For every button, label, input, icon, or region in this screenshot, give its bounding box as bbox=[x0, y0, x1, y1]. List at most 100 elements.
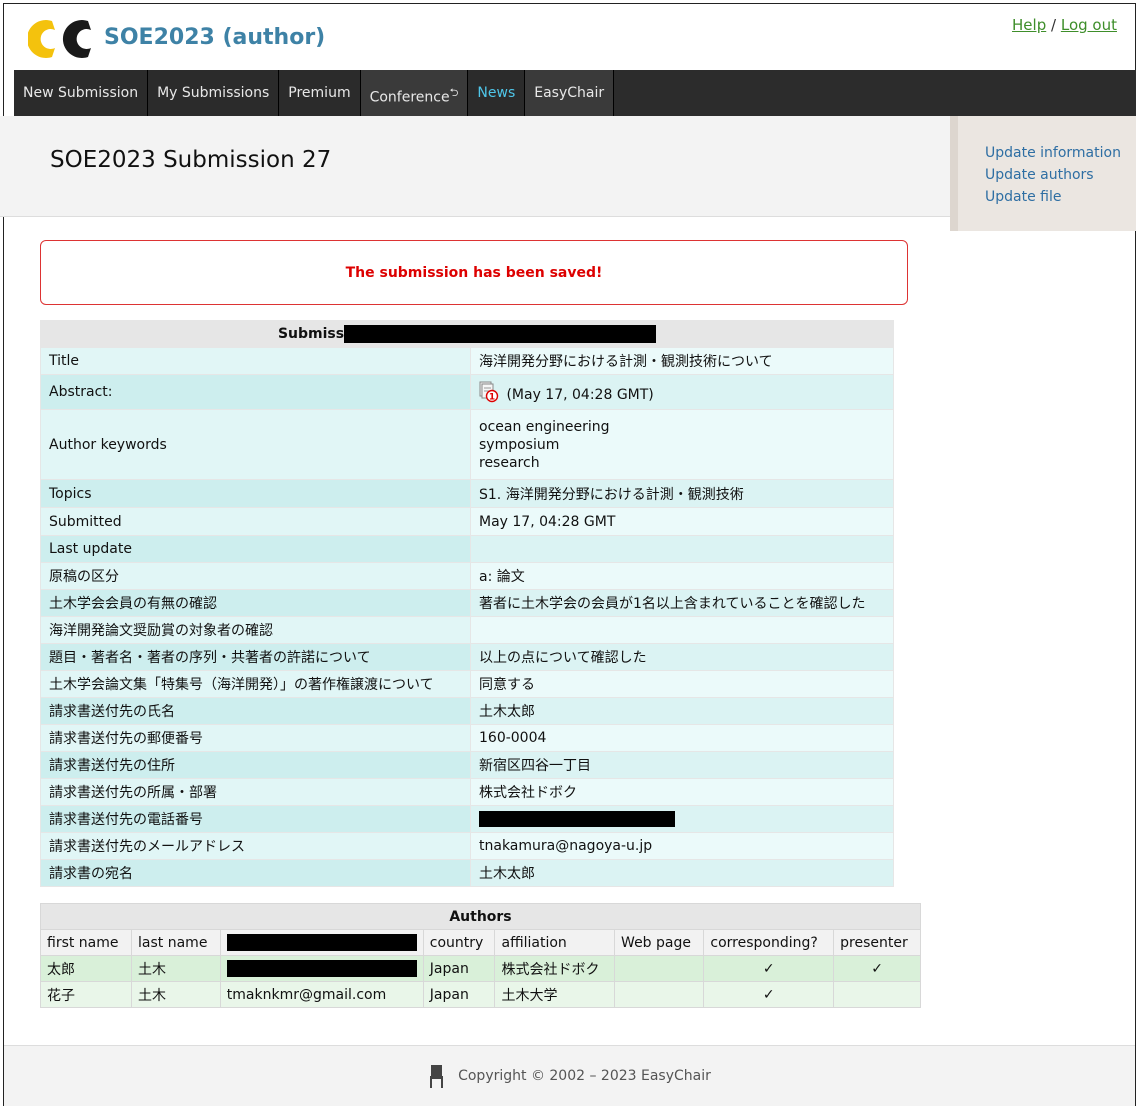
info-row: 請求書送付先の住所 新宿区四谷一丁目 bbox=[40, 751, 894, 779]
authors-header-row: first name last name country affiliation… bbox=[39, 929, 921, 956]
col-country: country bbox=[422, 929, 496, 956]
keyword: research bbox=[479, 454, 540, 471]
info-row: 請求書送付先の電話番号 bbox=[40, 805, 894, 833]
author-presenter bbox=[833, 981, 921, 1008]
keyword: symposium bbox=[479, 436, 560, 453]
nav-easychair[interactable]: EasyChair bbox=[525, 70, 615, 116]
author-last-name: 土木 bbox=[131, 981, 221, 1008]
col-web-page: Web page bbox=[614, 929, 705, 956]
info-value bbox=[470, 805, 894, 833]
header: SOE2023 (author) Help / Log out bbox=[0, 0, 1139, 70]
help-link[interactable]: Help bbox=[1012, 16, 1046, 34]
col-last-name: last name bbox=[131, 929, 221, 956]
info-row: Title 海洋開発分野における計測・観測技術について bbox=[40, 347, 894, 375]
update-information-link[interactable]: Update information bbox=[985, 142, 1136, 164]
redacted-block bbox=[344, 325, 657, 343]
nav-conference-label: Conference bbox=[369, 89, 450, 106]
redacted-block bbox=[226, 934, 417, 951]
redacted-block bbox=[226, 960, 417, 977]
info-row: Last update bbox=[40, 535, 894, 563]
info-row: 題目・著者名・著者の序列・共著者の許諾について 以上の点について確認した bbox=[40, 643, 894, 671]
footer: Copyright © 2002 – 2023 EasyChair bbox=[4, 1045, 1135, 1106]
info-label: Title bbox=[40, 347, 471, 375]
author-web-page bbox=[614, 955, 705, 982]
info-row: 請求書送付先のメールアドレス tnakamura@nagoya-u.jp bbox=[40, 832, 894, 860]
authors-caption: Authors bbox=[40, 903, 921, 930]
info-label: 請求書送付先の氏名 bbox=[40, 697, 471, 725]
author-last-name: 土木 bbox=[131, 955, 221, 982]
col-affiliation: affiliation bbox=[494, 929, 616, 956]
info-label: 題目・著者名・著者の序列・共著者の許諾について bbox=[40, 643, 471, 671]
info-row: Submitted May 17, 04:28 GMT bbox=[40, 507, 894, 536]
info-value: 1 (May 17, 04:28 GMT) bbox=[470, 374, 894, 410]
author-affiliation: 株式会社ドボク bbox=[494, 955, 616, 982]
info-label: Last update bbox=[40, 535, 471, 563]
keyword: ocean engineering bbox=[479, 418, 610, 435]
author-presenter: ✓ bbox=[833, 955, 921, 982]
nav-premium[interactable]: Premium bbox=[279, 70, 361, 116]
return-arrow-icon: ⮌ bbox=[449, 86, 459, 99]
info-row: Topics S1. 海洋開発分野における計測・観測技術 bbox=[40, 479, 894, 508]
info-label: 請求書送付先の住所 bbox=[40, 751, 471, 779]
logout-link[interactable]: Log out bbox=[1061, 16, 1117, 34]
author-corresponding: ✓ bbox=[703, 981, 835, 1008]
info-row: 請求書の宛名 土木太郎 bbox=[40, 859, 894, 887]
nav-my-submissions[interactable]: My Submissions bbox=[148, 70, 280, 116]
info-row: 土木学会論文集「特集号（海洋開発）」の著作権譲渡について 同意する bbox=[40, 670, 894, 698]
nav-news[interactable]: News bbox=[468, 70, 526, 116]
info-value bbox=[470, 616, 894, 644]
author-web-page bbox=[614, 981, 705, 1008]
col-email bbox=[219, 929, 424, 956]
info-label: Abstract: bbox=[40, 374, 471, 410]
author-email bbox=[219, 955, 424, 982]
submission-table-caption: Submiss bbox=[40, 320, 894, 348]
info-value: tnakamura@nagoya-u.jp bbox=[470, 832, 894, 860]
copyright-text: Copyright © 2002 – 2023 EasyChair bbox=[458, 1068, 711, 1084]
app-title: SOE2023 (author) bbox=[104, 25, 326, 50]
main-nav: New Submission My Submissions Premium Co… bbox=[14, 70, 1136, 116]
info-label: 請求書送付先のメールアドレス bbox=[40, 832, 471, 860]
info-value: 以上の点について確認した bbox=[470, 643, 894, 671]
author-first-name: 太郎 bbox=[39, 955, 133, 982]
info-label: Topics bbox=[40, 479, 471, 508]
nav-new-submission[interactable]: New Submission bbox=[14, 70, 149, 116]
author-row: 太郎 土木 Japan 株式会社ドボク ✓ ✓ bbox=[39, 955, 921, 982]
info-label: 請求書送付先の電話番号 bbox=[40, 805, 471, 833]
info-row: 請求書送付先の郵便番号 160-0004 bbox=[40, 724, 894, 752]
abstract-date: (May 17, 04:28 GMT) bbox=[506, 387, 654, 403]
info-label: Author keywords bbox=[40, 409, 471, 480]
info-value: 株式会社ドボク bbox=[470, 778, 894, 806]
info-value: 海洋開発分野における計測・観測技術について bbox=[470, 347, 894, 375]
update-authors-link[interactable]: Update authors bbox=[985, 164, 1136, 186]
authors-table: Authors first name last name country aff… bbox=[39, 903, 921, 1008]
info-value: S1. 海洋開発分野における計測・観測技術 bbox=[470, 479, 894, 508]
info-row: 請求書送付先の氏名 土木太郎 bbox=[40, 697, 894, 725]
info-value: 同意する bbox=[470, 670, 894, 698]
info-label: 請求書送付先の所属・部署 bbox=[40, 778, 471, 806]
easychair-logo[interactable] bbox=[28, 17, 100, 61]
col-presenter: presenter bbox=[833, 929, 921, 956]
author-first-name: 花子 bbox=[39, 981, 133, 1008]
page-title: SOE2023 Submission 27 bbox=[50, 147, 332, 173]
col-corresponding: corresponding? bbox=[703, 929, 835, 956]
info-label: 土木学会会員の有無の確認 bbox=[40, 589, 471, 617]
svg-text:1: 1 bbox=[489, 393, 495, 403]
update-file-link[interactable]: Update file bbox=[985, 186, 1136, 208]
info-value: 著者に土木学会の会員が1名以上含まれていることを確認した bbox=[470, 589, 894, 617]
info-value bbox=[470, 535, 894, 563]
abstract-document-icon[interactable]: 1 bbox=[479, 381, 499, 403]
success-message: The submission has been saved! bbox=[40, 240, 908, 305]
author-affiliation: 土木大学 bbox=[494, 981, 616, 1008]
col-first-name: first name bbox=[39, 929, 133, 956]
info-label: 請求書の宛名 bbox=[40, 859, 471, 887]
info-label: 請求書送付先の郵便番号 bbox=[40, 724, 471, 752]
info-row: 海洋開発論文奨励賞の対象者の確認 bbox=[40, 616, 894, 644]
link-separator: / bbox=[1051, 16, 1057, 34]
top-links: Help / Log out bbox=[1012, 16, 1117, 34]
nav-conference[interactable]: Conference⮌ bbox=[360, 70, 469, 116]
info-row: 請求書送付先の所属・部署 株式会社ドボク bbox=[40, 778, 894, 806]
info-row: 土木学会会員の有無の確認 著者に土木学会の会員が1名以上含まれていることを確認し… bbox=[40, 589, 894, 617]
info-value: 土木太郎 bbox=[470, 859, 894, 887]
author-row: 花子 土木 tmaknkmr@gmail.com Japan 土木大学 ✓ bbox=[39, 981, 921, 1008]
info-row: Author keywords ocean engineering sympos… bbox=[40, 409, 894, 480]
